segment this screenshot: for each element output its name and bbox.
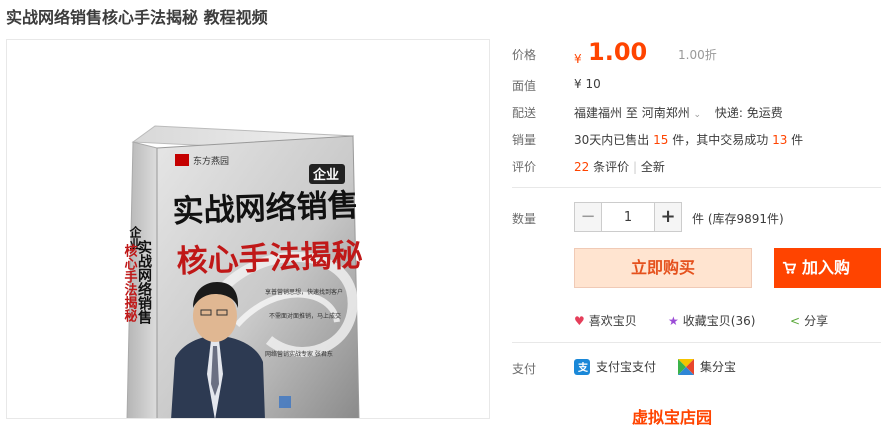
- shop-link[interactable]: 虚拟宝店园: [632, 404, 712, 428]
- sold-count: 15: [653, 133, 669, 147]
- success-count: 13: [772, 133, 788, 147]
- share-button[interactable]: < 分享: [790, 312, 828, 329]
- publisher-logo-icon: [175, 154, 189, 166]
- currency-symbol: ¥: [574, 52, 582, 66]
- ship-destination-select[interactable]: 河南郑州 ⌄: [642, 106, 705, 120]
- shipping-label: 配送: [512, 106, 537, 120]
- quantity-label: 数量: [512, 212, 537, 226]
- cover-slogan-2: 不需面对面推销，马上成交: [269, 312, 341, 320]
- buy-now-button[interactable]: 立即购买: [574, 248, 752, 288]
- reviews-link[interactable]: 22 条评价: [574, 160, 633, 174]
- favorite-button[interactable]: ★ 收藏宝贝(36): [668, 312, 755, 329]
- divider-top: [512, 187, 881, 188]
- divider-bottom: [512, 342, 881, 343]
- express-fee: 快递: 免运费: [714, 106, 783, 120]
- cover-badge: 企业: [312, 167, 339, 183]
- quantity-decrease-button[interactable]: −: [574, 202, 602, 232]
- alipay-icon: 支: [574, 359, 590, 375]
- spine-title: 实战网络销售: [136, 239, 153, 325]
- product-title: 实战网络销售核心手法揭秘 教程视频: [6, 8, 268, 27]
- share-icon: <: [790, 314, 801, 328]
- like-button[interactable]: ♥ 喜欢宝贝: [574, 312, 637, 329]
- spine-sub: 核心手法揭秘: [122, 243, 138, 323]
- cart-icon: [782, 261, 796, 274]
- add-to-cart-button[interactable]: 加入购: [774, 248, 881, 288]
- reviews-label: 评价: [512, 160, 537, 174]
- price-value: 1.00: [588, 38, 648, 66]
- ship-to: 河南郑州: [641, 106, 690, 120]
- sales-label: 销量: [512, 133, 537, 147]
- product-gallery[interactable]: 东方燕园 企业 实战网络销售 核心手法揭秘 企业 实战网络销售 核心手法揭秘 享…: [6, 39, 490, 419]
- cover-title-line1: 实战网络销售: [172, 188, 359, 230]
- price-row: 价格 ¥ 1.00 1.00折: [512, 38, 881, 74]
- review-separator: |: [632, 160, 637, 174]
- svg-text:支: 支: [577, 361, 589, 374]
- price-label: 价格: [512, 48, 537, 62]
- product-image[interactable]: 东方燕园 企业 实战网络销售 核心手法揭秘 企业 实战网络销售 核心手法揭秘 享…: [7, 40, 490, 419]
- jifenbao-option[interactable]: 集分宝: [678, 358, 736, 375]
- quantity-increase-button[interactable]: +: [654, 202, 682, 232]
- cover-slogan-1: 享普营销思想，快速找到客户: [265, 288, 343, 296]
- share-label: 分享: [804, 314, 829, 328]
- shipping-info: 福建福州 至 河南郑州 ⌄ 快递: 免运费: [574, 104, 783, 121]
- chevron-down-icon: ⌄: [693, 110, 702, 120]
- alipay-label: 支付宝支付: [596, 360, 657, 374]
- face-value: ¥ 10: [574, 77, 601, 91]
- discount-text: 1.00折: [678, 48, 717, 62]
- sales-info: 30天内已售出 15 件，其中交易成功 13 件: [574, 131, 803, 148]
- cover-title-line2: 核心手法揭秘: [176, 238, 363, 280]
- ship-to-word: 至: [625, 106, 638, 120]
- review-count-suffix: 条评价: [593, 160, 630, 174]
- alipay-option[interactable]: 支 支付宝支付: [574, 358, 656, 375]
- heart-icon: ♥: [574, 314, 585, 328]
- cover-series: 东方燕园: [193, 155, 229, 167]
- quantity-input[interactable]: [602, 202, 654, 232]
- sales-suffix: 件: [791, 133, 804, 147]
- like-label: 喜欢宝贝: [588, 314, 637, 328]
- face-value-label: 面值: [512, 79, 537, 93]
- condition-new: 全新: [640, 160, 665, 174]
- jifenbao-icon: [678, 359, 694, 375]
- review-count: 22: [574, 160, 590, 174]
- payment-label: 支付: [512, 362, 537, 376]
- ship-from: 福建福州: [574, 106, 623, 120]
- star-icon: ★: [668, 314, 679, 328]
- reviews-info: 22 条评价 | 全新: [574, 158, 665, 175]
- add-to-cart-label: 加入购: [802, 258, 851, 277]
- sales-mid: 件，其中交易成功: [672, 133, 769, 147]
- cover-author-line: 网络营销实战专家 张君东: [265, 350, 333, 358]
- favorite-label: 收藏宝贝(36): [682, 314, 756, 328]
- sales-prefix: 30天内已售出: [574, 133, 650, 147]
- stock-text: 件 (库存9891件): [692, 212, 784, 226]
- jifenbao-label: 集分宝: [700, 360, 737, 374]
